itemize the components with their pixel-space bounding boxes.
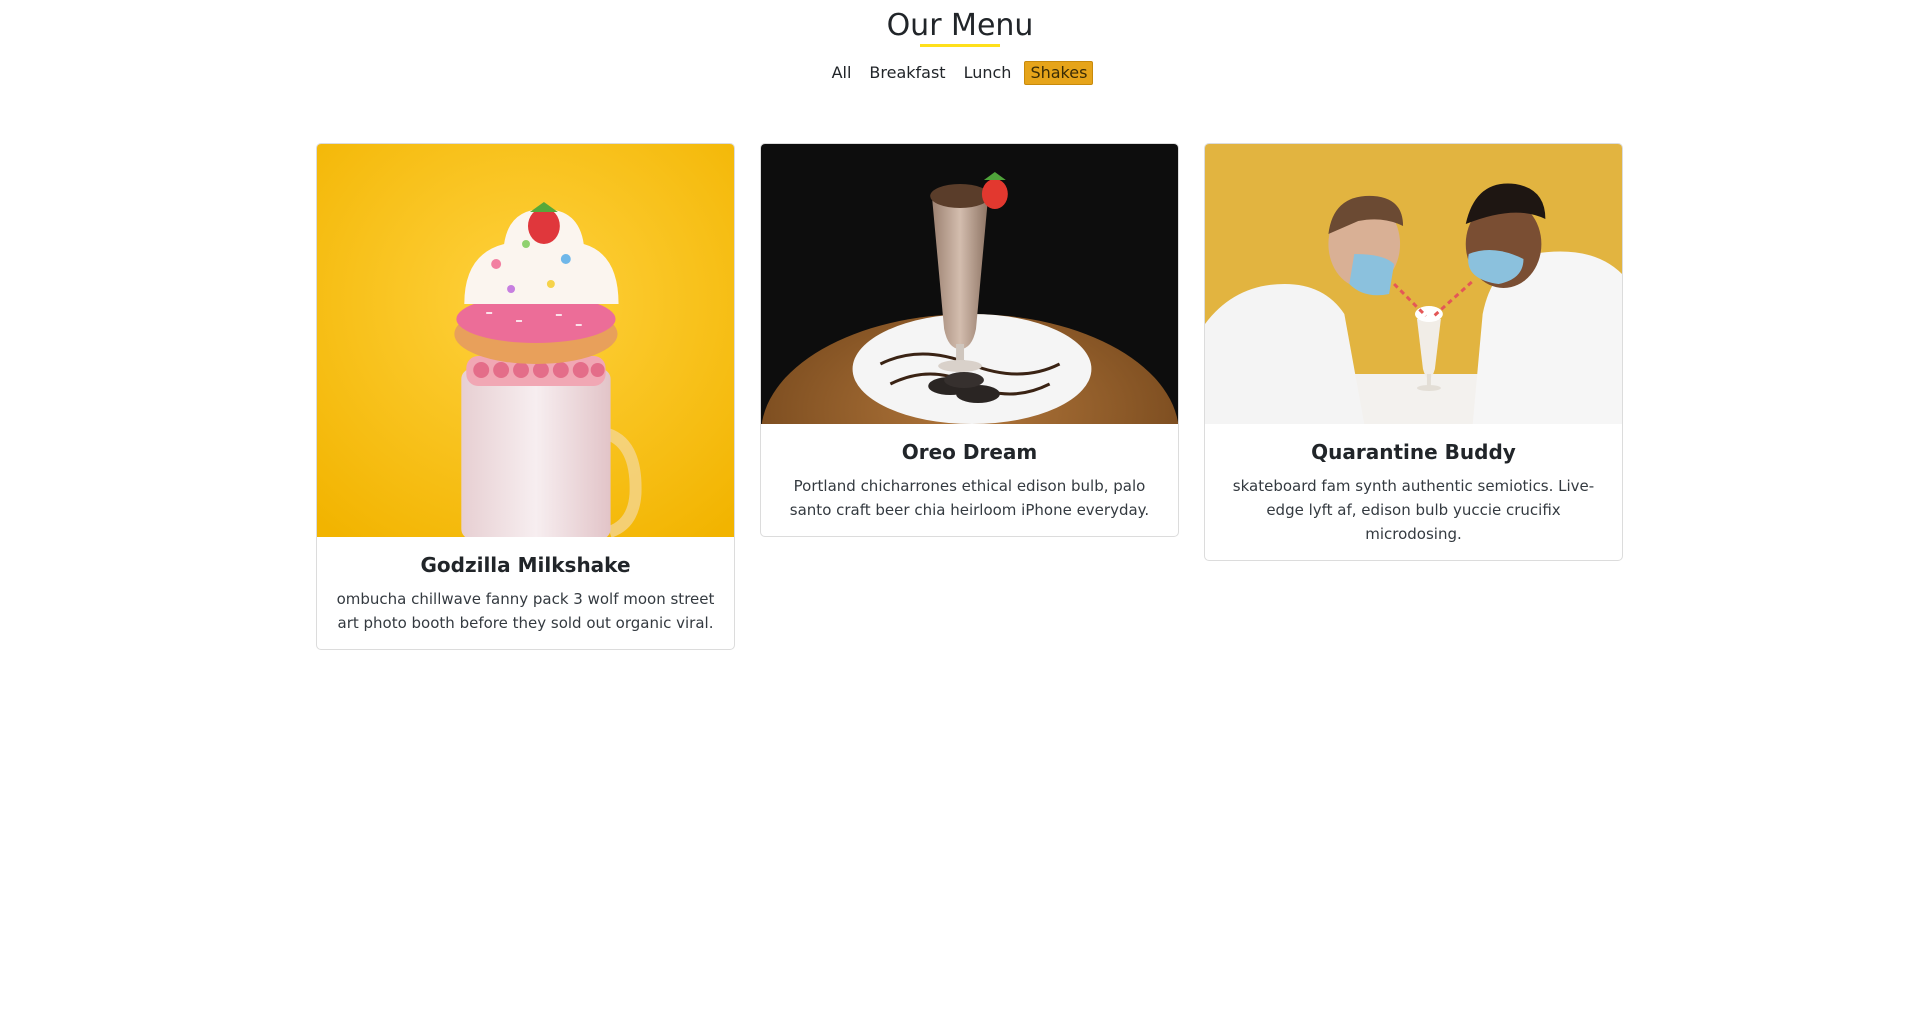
title-underline <box>920 44 1000 47</box>
filter-breakfast-button[interactable]: Breakfast <box>864 61 950 85</box>
card-description: Portland chicharrones ethical edison bul… <box>789 477 1150 519</box>
filter-shakes-button[interactable]: Shakes <box>1024 61 1094 85</box>
card-body: Oreo Dream Portland chicharrones ethical… <box>761 424 1178 536</box>
filter-lunch-button[interactable]: Lunch <box>959 61 1017 85</box>
menu-card: Quarantine Buddy skateboard fam synth au… <box>1204 143 1623 561</box>
card-description: ombucha chillwave fanny pack 3 wolf moon… <box>336 590 715 632</box>
menu-card: Godzilla Milkshake ombucha chillwave fan… <box>316 143 735 650</box>
card-body: Godzilla Milkshake ombucha chillwave fan… <box>317 537 734 649</box>
filter-all-button[interactable]: All <box>827 61 857 85</box>
menu-page: Our Menu All Breakfast Lunch Shakes Godz… <box>0 0 1920 1017</box>
oreo-shake-image <box>761 144 1178 424</box>
menu-header: Our Menu <box>0 8 1920 47</box>
card-description: skateboard fam synth authentic semiotics… <box>1232 477 1595 543</box>
menu-card: Oreo Dream Portland chicharrones ethical… <box>760 143 1179 537</box>
couple-shake-image <box>1205 144 1622 424</box>
category-filters: All Breakfast Lunch Shakes <box>0 61 1920 85</box>
card-title: Godzilla Milkshake <box>420 553 631 577</box>
card-body: Quarantine Buddy skateboard fam synth au… <box>1205 424 1622 560</box>
card-title: Oreo Dream <box>901 440 1038 464</box>
page-title: Our Menu <box>886 8 1034 43</box>
milkshake-donut-image <box>317 144 734 537</box>
menu-grid: Godzilla Milkshake ombucha chillwave fan… <box>316 143 1624 650</box>
card-title: Quarantine Buddy <box>1311 440 1516 464</box>
